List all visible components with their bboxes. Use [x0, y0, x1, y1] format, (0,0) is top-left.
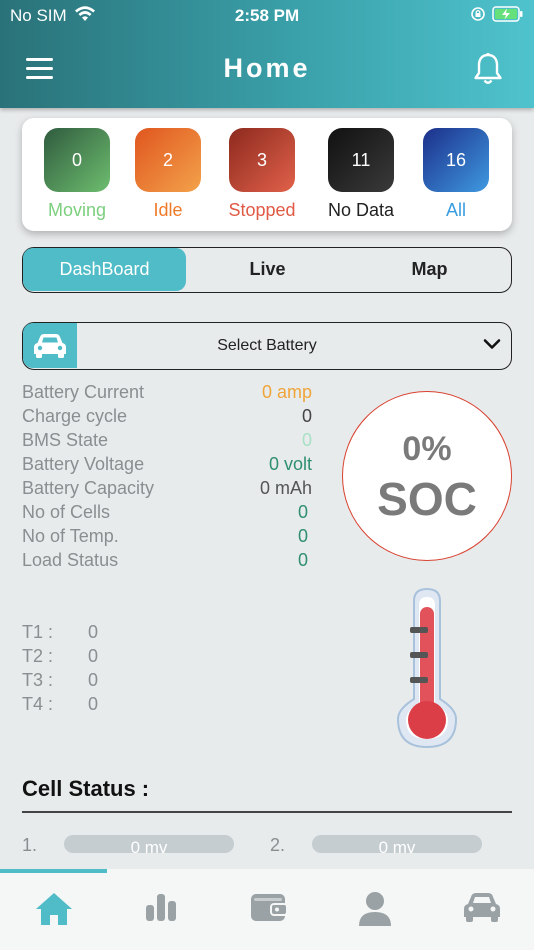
wallet-icon — [250, 894, 287, 921]
temp-label: T4 : — [22, 694, 54, 714]
nav-vehicles[interactable] — [428, 891, 534, 931]
cell-voltage-bar: 0 mv — [64, 835, 234, 853]
info-label: No of Temp. — [22, 526, 119, 546]
nav-home[interactable] — [0, 891, 107, 931]
info-battery-current: Battery Current 0 amp — [22, 382, 312, 406]
temp-row-t4: T4 : 0 — [22, 694, 112, 718]
info-value: 0 amp — [261, 382, 312, 402]
nav-profile[interactable] — [321, 891, 428, 931]
chevron-down-icon — [483, 337, 501, 355]
select-battery-label: Select Battery — [217, 337, 317, 354]
divider — [22, 811, 512, 813]
tab-live[interactable]: Live — [186, 248, 349, 291]
nav-statistics[interactable] — [107, 891, 214, 931]
info-label: Load Status — [22, 550, 119, 570]
info-value: 0 — [297, 550, 308, 570]
temp-row-t2: T2 : 0 — [22, 646, 112, 670]
status-stopped[interactable]: 3 Stopped — [212, 128, 312, 221]
status-count-box: 11 — [328, 128, 394, 192]
status-count: 0 — [71, 150, 82, 170]
status-moving[interactable]: 0 Moving — [27, 128, 127, 221]
info-label: Battery Current — [22, 382, 145, 402]
status-bar: No SIM 2:58 PM — [0, 0, 534, 32]
temp-label: T2 : — [22, 646, 54, 666]
soc-percent: 0% — [402, 430, 452, 468]
status-no-data[interactable]: 11 No Data — [311, 128, 411, 221]
status-count: 2 — [162, 150, 173, 170]
temp-label: T3 : — [22, 670, 54, 690]
bottom-navigation — [0, 869, 534, 950]
info-load-status: Load Status 0 — [22, 550, 312, 574]
page-title: Home — [223, 53, 311, 83]
info-no-of-cells: No of Cells 0 — [22, 502, 312, 526]
info-label: No of Cells — [22, 502, 111, 522]
app-header: No SIM 2:58 PM Home — [0, 0, 534, 108]
info-label: BMS State — [22, 430, 109, 450]
info-value: 0 — [301, 406, 312, 426]
status-count-box: 0 — [44, 128, 110, 192]
info-label: Battery Capacity — [22, 478, 155, 498]
status-idle[interactable]: 2 Idle — [118, 128, 218, 221]
cell-voltage-value: 0 mv — [130, 838, 168, 853]
status-count-box: 2 — [135, 128, 201, 192]
info-value: 0 — [297, 526, 308, 546]
soc-label: SOC — [377, 473, 477, 525]
status-count: 11 — [351, 150, 371, 170]
cell-voltage-value: 0 mv — [378, 838, 416, 853]
temp-row-t3: T3 : 0 — [22, 670, 112, 694]
nav-wallet[interactable] — [214, 891, 321, 931]
info-value: 0 mAh — [259, 478, 312, 498]
info-value: 0 — [297, 502, 308, 522]
profile-icon — [358, 892, 391, 926]
info-charge-cycle: Charge cycle 0 — [22, 406, 312, 430]
view-tabs: DashBoard Live Map — [22, 247, 512, 293]
thermometer-icon — [394, 587, 460, 754]
battery-select-dropdown[interactable]: Select Battery — [22, 322, 512, 370]
status-count-box: 3 — [229, 128, 295, 192]
car-icon — [463, 893, 500, 922]
soc-gauge: 0% SOC — [342, 391, 512, 561]
info-no-of-temp: No of Temp. 0 — [22, 526, 312, 550]
temp-value: 0 — [88, 694, 99, 714]
tab-map[interactable]: Map — [349, 248, 510, 291]
status-label: Stopped — [228, 200, 296, 220]
status-count: 3 — [256, 150, 267, 170]
info-value: 0 volt — [268, 454, 312, 474]
info-bms-state: BMS State 0 — [22, 430, 312, 454]
status-all[interactable]: 16 All — [406, 128, 506, 221]
info-value: 0 — [301, 430, 312, 450]
temp-value: 0 — [88, 622, 99, 642]
temp-label: T1 : — [22, 622, 54, 642]
bar-chart-icon — [145, 894, 176, 921]
tab-dashboard[interactable]: DashBoard — [23, 248, 186, 291]
orientation-lock-icon — [470, 6, 486, 27]
info-battery-capacity: Battery Capacity 0 mAh — [22, 478, 312, 502]
info-label: Charge cycle — [22, 406, 128, 426]
status-count: 16 — [445, 150, 467, 170]
cell-voltage-bar: 0 mv — [312, 835, 482, 853]
cell-index: 1. — [22, 835, 38, 855]
status-count-box: 16 — [423, 128, 489, 192]
vehicle-status-card: 0 Moving 2 Idle 3 Stopped 11 No Data 16 … — [22, 118, 512, 231]
status-label: All — [445, 200, 466, 220]
status-label: Moving — [47, 200, 107, 220]
cell-status-heading: Cell Status : — [22, 776, 150, 801]
status-label: No Data — [327, 200, 395, 220]
temp-value: 0 — [88, 646, 99, 666]
temp-row-t1: T1 : 0 — [22, 622, 112, 646]
temp-value: 0 — [88, 670, 99, 690]
info-battery-voltage: Battery Voltage 0 volt — [22, 454, 312, 478]
info-label: Battery Voltage — [22, 454, 145, 474]
bell-icon[interactable] — [472, 52, 504, 91]
clock-label: 2:58 PM — [234, 6, 300, 25]
home-icon — [35, 893, 72, 925]
cell-index: 2. — [270, 835, 286, 855]
active-tab-indicator — [0, 869, 107, 873]
status-label: Idle — [153, 200, 183, 220]
battery-charging-icon — [492, 6, 524, 27]
